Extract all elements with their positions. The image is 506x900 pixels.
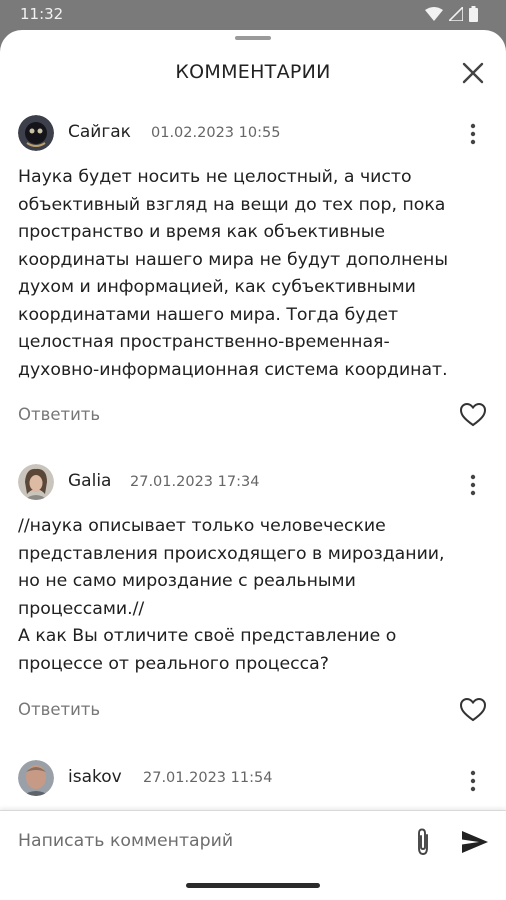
send-icon[interactable] bbox=[460, 829, 490, 855]
more-options-icon[interactable] bbox=[463, 768, 483, 794]
comment-input[interactable]: Написать комментарий bbox=[18, 831, 233, 851]
drag-handle[interactable] bbox=[235, 36, 271, 40]
battery-icon bbox=[469, 6, 478, 22]
home-indicator[interactable] bbox=[186, 883, 320, 888]
status-time: 11:32 bbox=[20, 5, 64, 23]
comment-composer: Написать комментарий bbox=[0, 810, 506, 900]
heart-icon[interactable] bbox=[459, 402, 487, 428]
paperclip-icon[interactable] bbox=[411, 827, 435, 857]
signal-icon bbox=[449, 7, 463, 21]
status-bar: 11:32 bbox=[0, 0, 506, 30]
avatar[interactable] bbox=[18, 115, 54, 151]
comment-author[interactable]: Galia bbox=[68, 471, 111, 491]
reply-button[interactable]: Ответить bbox=[18, 700, 100, 719]
reply-button[interactable]: Ответить bbox=[18, 405, 100, 424]
more-options-icon[interactable] bbox=[463, 121, 483, 147]
wifi-icon bbox=[425, 7, 443, 21]
avatar[interactable] bbox=[18, 760, 54, 796]
close-icon[interactable] bbox=[460, 60, 486, 86]
avatar[interactable] bbox=[18, 464, 54, 500]
heart-icon[interactable] bbox=[459, 697, 487, 723]
comment-author[interactable]: Сайгак bbox=[68, 122, 131, 142]
comment-date: 01.02.2023 10:55 bbox=[151, 125, 281, 141]
comment-date: 27.01.2023 17:34 bbox=[130, 474, 260, 490]
comments-sheet: КОММЕНТАРИИ Сайгак 01.02.2023 10:55 Наук… bbox=[0, 30, 506, 900]
sheet-title: КОММЕНТАРИИ bbox=[175, 61, 331, 83]
comment-text: Наука будет носить не целостный, а чисто… bbox=[18, 167, 448, 380]
comment-author[interactable]: isakov bbox=[68, 767, 122, 787]
comment-text: //наука описывает только человеческие пр… bbox=[18, 516, 445, 674]
more-options-icon[interactable] bbox=[463, 472, 483, 498]
status-icons bbox=[425, 6, 478, 22]
comment-date: 27.01.2023 11:54 bbox=[143, 770, 273, 786]
